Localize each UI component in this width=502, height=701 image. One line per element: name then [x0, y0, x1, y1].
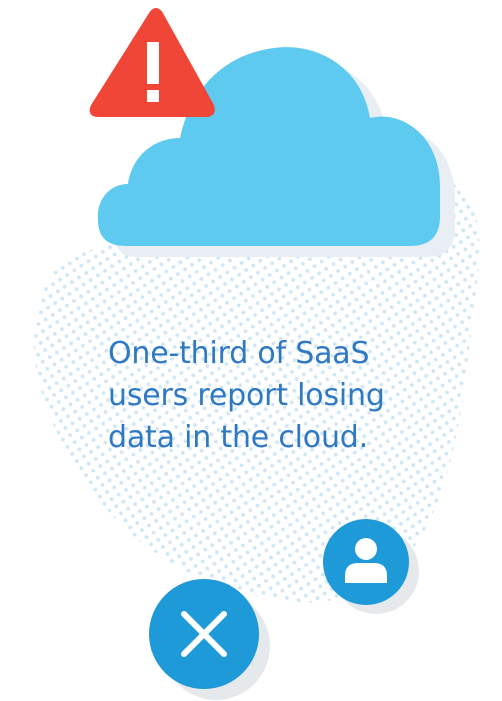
- headline-text: One-third of SaaS users report losing da…: [108, 333, 428, 459]
- headline-line: users report losing: [108, 378, 385, 413]
- headline-line: One-third of SaaS: [108, 336, 370, 371]
- warning-triangle-icon: [89, 8, 215, 117]
- close-x-icon: [149, 579, 270, 700]
- headline-line: data in the cloud.: [108, 420, 368, 455]
